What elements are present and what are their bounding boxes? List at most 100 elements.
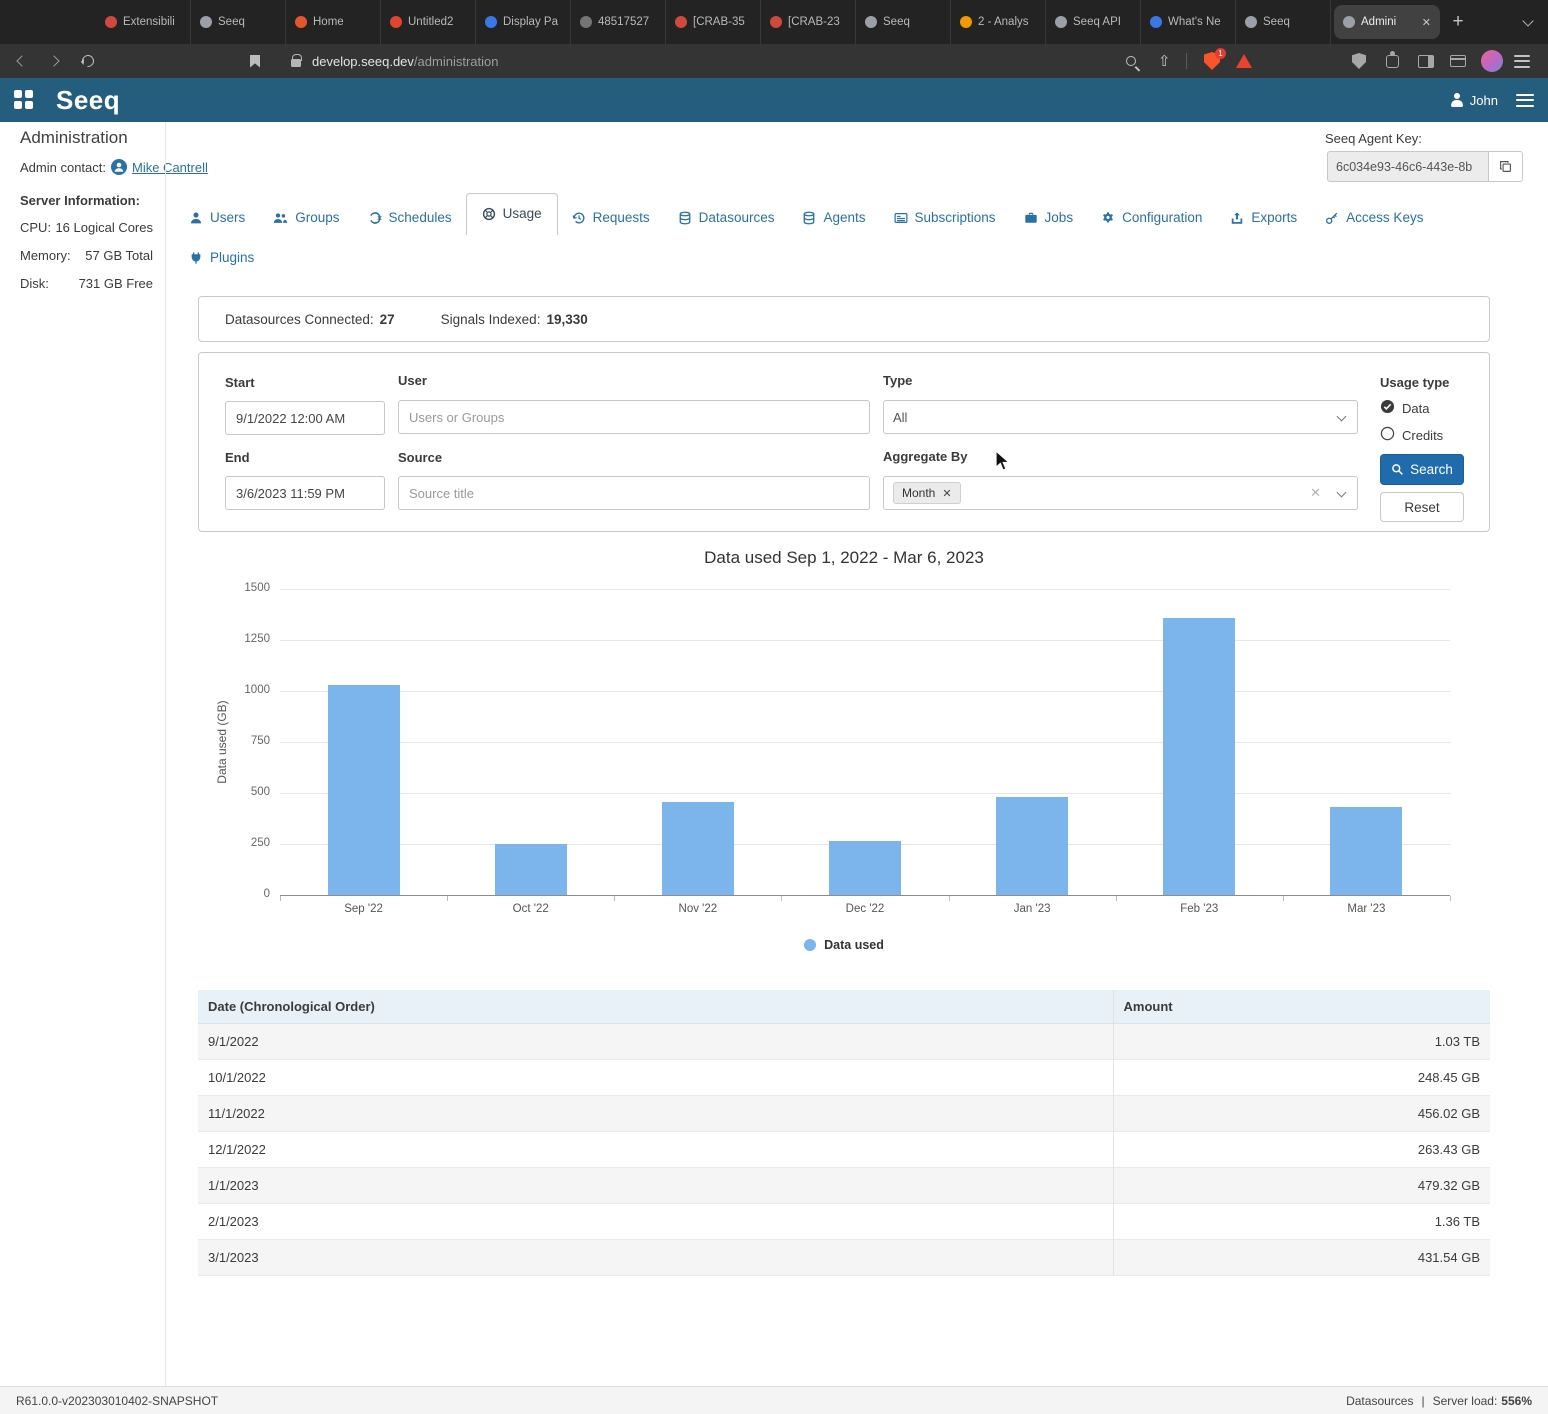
table-row: 12/1/2022263.43 GB <box>198 1132 1490 1168</box>
warning-extension-icon[interactable] <box>1236 44 1252 78</box>
tab-label: Agents <box>823 210 865 225</box>
tab-close-icon[interactable]: ✕ <box>1420 16 1431 29</box>
chart-bar[interactable] <box>829 841 901 895</box>
radio-unchecked-icon <box>1380 426 1395 444</box>
gridline <box>280 793 1450 794</box>
usage-filter-panel: Start End User Source Type All Aggregate… <box>198 352 1490 532</box>
tab-plugins[interactable]: Plugins <box>175 240 268 275</box>
browser-tab[interactable]: Seeq <box>856 0 951 44</box>
browser-tab[interactable]: Display Pa <box>476 0 571 44</box>
password-manager-icon[interactable] <box>1352 44 1366 78</box>
tab-users[interactable]: Users <box>175 200 259 235</box>
chart-bar[interactable] <box>495 844 567 895</box>
radio-label: Credits <box>1402 428 1443 443</box>
site-security-button[interactable] <box>291 44 301 78</box>
forward-button[interactable] <box>50 44 58 78</box>
user-menu[interactable]: John <box>1450 93 1498 108</box>
tab-requests[interactable]: Requests <box>558 200 664 235</box>
usage-type-option-data[interactable]: Data <box>1380 399 1429 417</box>
end-input[interactable] <box>225 476 385 510</box>
axis-tick <box>1283 896 1284 901</box>
tab-configuration[interactable]: Configuration <box>1087 200 1216 235</box>
tab-usage[interactable]: Usage <box>466 193 558 235</box>
axis-tick <box>949 896 950 901</box>
sidebar-toggle-icon[interactable] <box>1418 44 1434 78</box>
profile-avatar[interactable] <box>1481 44 1503 78</box>
tab-access-keys[interactable]: Access Keys <box>1311 200 1437 235</box>
tab-groups[interactable]: Groups <box>259 200 353 235</box>
browser-tab[interactable]: Home <box>286 0 381 44</box>
chip-remove-icon[interactable]: ✕ <box>942 487 951 500</box>
chart-bar[interactable] <box>662 802 734 895</box>
source-input[interactable] <box>398 476 870 510</box>
browser-tab[interactable]: Untitled2 <box>381 0 476 44</box>
content-divider <box>165 122 166 1386</box>
url-path: /administration <box>414 54 499 69</box>
y-tick-label: 1500 <box>226 582 270 594</box>
tab-datasources[interactable]: Datasources <box>664 200 789 235</box>
chart-bar[interactable] <box>328 685 400 895</box>
aggregate-by-select[interactable]: Month ✕ ✕ <box>883 476 1358 510</box>
address-bar[interactable]: develop.seeq.dev/administration <box>312 44 498 78</box>
browser-tab[interactable]: [CRAB-35 <box>666 0 761 44</box>
tab-jobs[interactable]: Jobs <box>1010 200 1088 235</box>
start-input[interactable] <box>225 401 385 435</box>
tab-agents[interactable]: Agents <box>788 200 879 235</box>
chart-bar[interactable] <box>1330 807 1402 895</box>
usage-type-option-credits[interactable]: Credits <box>1380 426 1443 444</box>
admin-contact: Admin contact: Mike Cantrell <box>20 159 208 175</box>
copy-agent-key-button[interactable] <box>1489 151 1523 182</box>
browser-tab[interactable]: [CRAB-23 <box>761 0 856 44</box>
brave-shield-button[interactable]: 1 <box>1204 44 1220 78</box>
agent-key-field[interactable]: 6c034e93-46c6-443e-8b <box>1327 151 1489 182</box>
browser-tab[interactable]: Seeq <box>1236 0 1331 44</box>
browser-tab[interactable]: Seeq API <box>1046 0 1141 44</box>
footer-datasources-link[interactable]: Datasources <box>1346 1394 1413 1408</box>
reset-button[interactable]: Reset <box>1380 492 1464 522</box>
browser-tab[interactable]: Seeq <box>191 0 286 44</box>
tab-exports[interactable]: Exports <box>1216 200 1311 235</box>
search-button[interactable]: Search <box>1380 454 1464 485</box>
tab-favicon <box>105 16 117 28</box>
new-tab-button[interactable]: + <box>1443 7 1473 37</box>
admin-contact-label: Admin contact: <box>20 160 106 175</box>
tab-search-chevron-icon[interactable] <box>1522 15 1533 26</box>
tab-schedules[interactable]: Schedules <box>354 200 466 235</box>
legend-label: Data used <box>824 938 884 952</box>
chart-legend[interactable]: Data used <box>198 938 1490 952</box>
type-select[interactable]: All <box>883 400 1358 434</box>
user-name: John <box>1470 93 1498 108</box>
chart-bar[interactable] <box>1163 618 1235 895</box>
chart-bar[interactable] <box>996 797 1068 895</box>
y-tick-label: 500 <box>226 786 270 798</box>
bookmark-button[interactable] <box>250 44 260 78</box>
x-tick-label: Feb '23 <box>1116 903 1283 915</box>
cell-date: 2/1/2023 <box>198 1204 1113 1240</box>
gridline <box>280 640 1450 641</box>
plug-icon <box>189 251 203 265</box>
legend-marker <box>804 939 816 951</box>
share-icon[interactable]: ⇧ <box>1158 44 1171 78</box>
navbar-divider <box>1186 44 1187 78</box>
browser-menu-icon[interactable] <box>1514 44 1530 78</box>
wallet-icon[interactable] <box>1450 44 1466 78</box>
browser-tab[interactable]: 2 - Analys <box>951 0 1046 44</box>
app-grid-icon[interactable] <box>14 90 33 109</box>
server-info-heading: Server Information: <box>20 193 140 208</box>
x-tick-label: Nov '22 <box>614 903 781 915</box>
app-menu-icon[interactable] <box>1516 94 1534 107</box>
server-info-value: 731 GB Free <box>79 276 153 291</box>
admin-contact-link[interactable]: Mike Cantrell <box>132 160 208 175</box>
browser-tab[interactable]: Extensibili <box>96 0 191 44</box>
reload-button[interactable] <box>82 44 94 78</box>
browser-tab[interactable]: What's Ne <box>1141 0 1236 44</box>
zoom-button[interactable] <box>1126 44 1136 78</box>
chart-plot: 0250500750100012501500Sep '22Oct '22Nov … <box>280 589 1450 895</box>
clear-selection-icon[interactable]: ✕ <box>1310 485 1321 501</box>
extensions-icon[interactable] <box>1386 44 1399 78</box>
tab-subscriptions[interactable]: Subscriptions <box>880 200 1010 235</box>
browser-tab-active[interactable]: Admini✕ <box>1334 5 1440 39</box>
back-button[interactable] <box>18 44 26 78</box>
user-input[interactable] <box>398 400 870 434</box>
browser-tab[interactable]: 48517527 <box>571 0 666 44</box>
